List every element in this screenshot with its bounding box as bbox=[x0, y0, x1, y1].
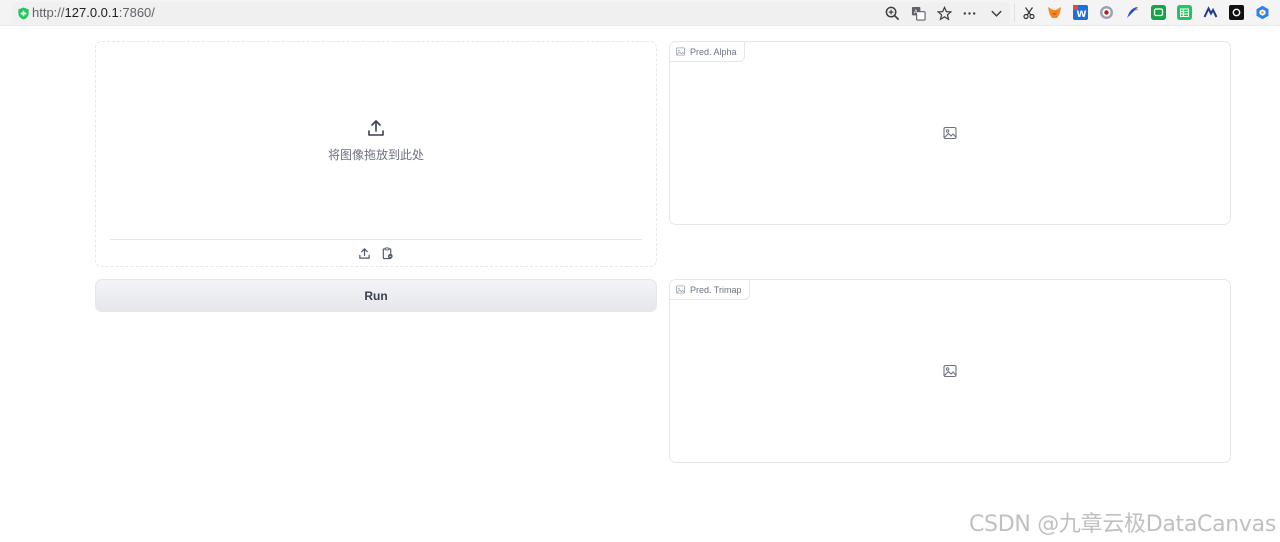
svg-text:A: A bbox=[913, 9, 917, 15]
address-bar[interactable]: http://127.0.0.1:7860/ bbox=[12, 2, 1010, 24]
feather-extension-icon[interactable] bbox=[1125, 5, 1140, 20]
upload-icon[interactable] bbox=[358, 247, 372, 261]
image-icon bbox=[943, 364, 957, 378]
chevron-down-icon[interactable] bbox=[987, 4, 1005, 22]
toolbar-divider bbox=[1014, 4, 1015, 22]
zoom-icon[interactable] bbox=[883, 4, 901, 22]
watermark-text: CSDN @九章云极DataCanvas bbox=[969, 512, 1276, 537]
cube-extension-icon[interactable] bbox=[1255, 5, 1270, 20]
drop-hint-text: 将图像拖放到此处 bbox=[327, 148, 424, 162]
image-icon bbox=[943, 126, 957, 140]
dark-extension-icon[interactable] bbox=[1229, 5, 1244, 20]
chat-extension-icon[interactable] bbox=[1151, 5, 1166, 20]
svg-text:W: W bbox=[1077, 10, 1087, 20]
m-extension-icon[interactable] bbox=[1203, 5, 1218, 20]
upload-icon bbox=[368, 120, 384, 136]
pred-alpha-panel: Pred. Alpha bbox=[669, 41, 1231, 225]
pred-trimap-label: Pred. Trimap bbox=[670, 280, 750, 300]
translate-icon[interactable]: A bbox=[909, 4, 927, 22]
eye-extension-icon[interactable] bbox=[1099, 5, 1114, 20]
scissors-extension-icon[interactable] bbox=[1021, 5, 1036, 20]
pred-trimap-label-text: Pred. Trimap bbox=[690, 284, 742, 295]
pred-alpha-label-text: Pred. Alpha bbox=[690, 46, 737, 57]
more-icon[interactable] bbox=[960, 4, 978, 22]
bookmark-star-icon[interactable] bbox=[935, 4, 953, 22]
pred-trimap-panel: Pred. Trimap bbox=[669, 279, 1231, 463]
image-icon bbox=[676, 285, 685, 294]
drop-zone[interactable]: 将图像拖放到此处 bbox=[96, 42, 656, 239]
w-extension-icon[interactable]: W bbox=[1073, 5, 1088, 20]
run-button[interactable]: Run bbox=[95, 279, 657, 312]
image-icon bbox=[676, 47, 685, 56]
browser-toolbar: http://127.0.0.1:7860/ A W bbox=[0, 0, 1280, 26]
shield-icon bbox=[18, 7, 29, 20]
fox-extension-icon[interactable] bbox=[1047, 5, 1062, 20]
url-text: http://127.0.0.1:7860/ bbox=[32, 5, 155, 20]
clipboard-icon[interactable] bbox=[381, 247, 395, 261]
sheet-extension-icon[interactable] bbox=[1177, 5, 1192, 20]
image-upload-panel[interactable]: 将图像拖放到此处 bbox=[95, 41, 657, 267]
upload-source-toolbar bbox=[110, 239, 642, 267]
pred-alpha-label: Pred. Alpha bbox=[670, 42, 745, 62]
